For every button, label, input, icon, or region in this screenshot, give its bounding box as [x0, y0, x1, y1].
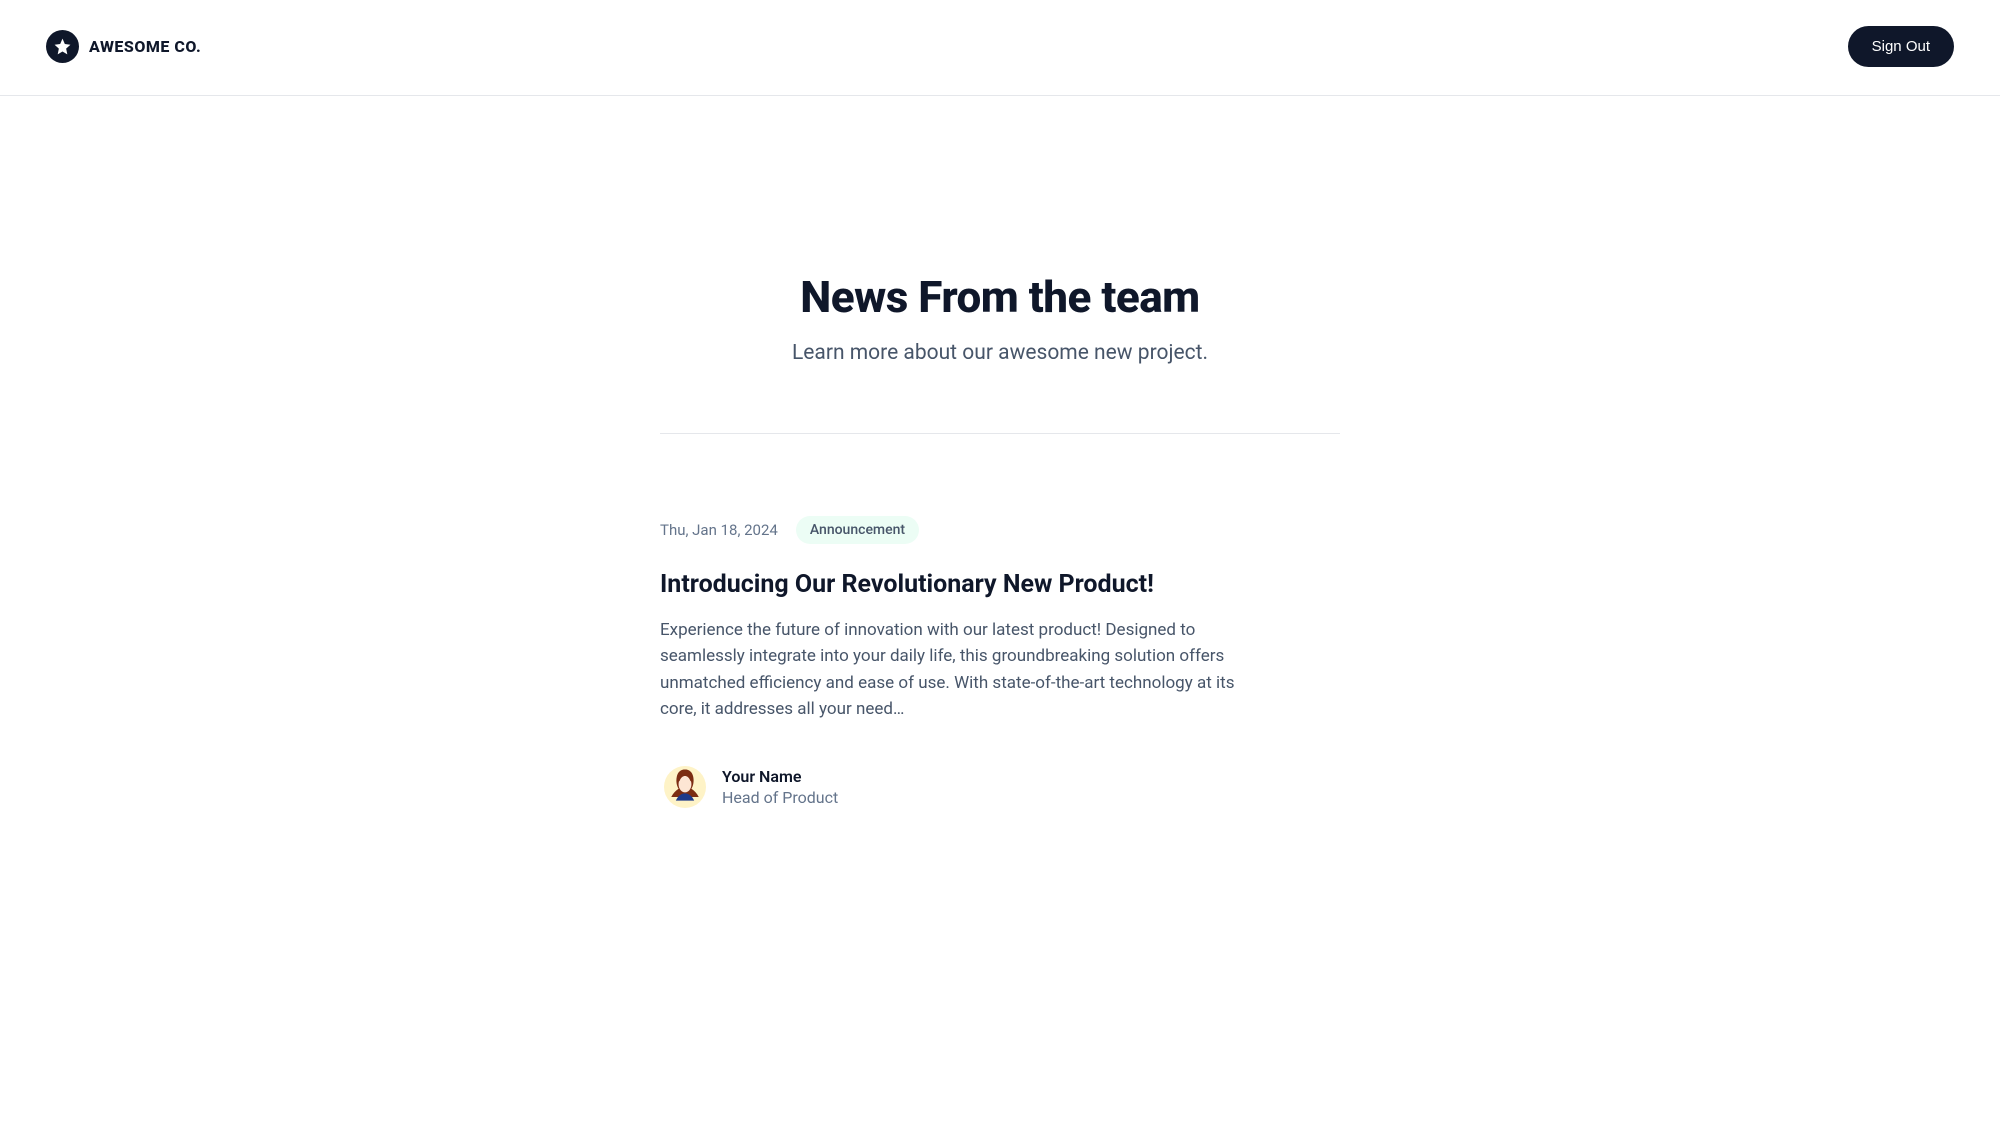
site-logo[interactable]: AWESOME CO.: [46, 30, 201, 63]
author-title: Head of Product: [722, 788, 838, 807]
star-icon: [46, 30, 79, 63]
author-info: Your Name Head of Product: [722, 767, 838, 807]
brand-name: AWESOME CO.: [89, 37, 201, 56]
post-card: Thu, Jan 18, 2024 Announcement Introduci…: [660, 516, 1340, 808]
post-meta: Thu, Jan 18, 2024 Announcement: [660, 516, 1340, 544]
main-content: News From the team Learn more about our …: [650, 271, 1350, 808]
page-title: News From the team: [660, 271, 1340, 323]
post-tag[interactable]: Announcement: [796, 516, 919, 544]
post-author: Your Name Head of Product: [660, 766, 1340, 808]
post-summary: Experience the future of innovation with…: [660, 617, 1260, 722]
author-name: Your Name: [722, 767, 838, 786]
site-header: AWESOME CO. Sign Out: [0, 0, 2000, 96]
page-subtitle: Learn more about our awesome new project…: [660, 341, 1340, 365]
section-divider: [660, 433, 1340, 434]
author-avatar: [664, 766, 706, 808]
post-title[interactable]: Introducing Our Revolutionary New Produc…: [660, 570, 1340, 599]
sign-out-button[interactable]: Sign Out: [1848, 26, 1954, 67]
post-date: Thu, Jan 18, 2024: [660, 521, 778, 539]
